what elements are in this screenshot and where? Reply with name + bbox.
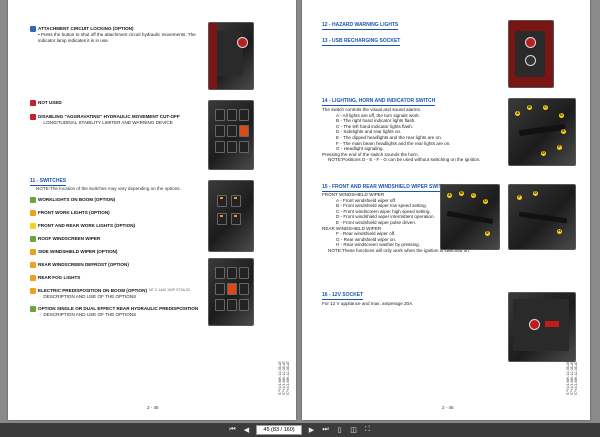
lighting-note: NOTE:Positions D - E - F - G can be used… bbox=[328, 157, 481, 163]
hazard-usb-photo bbox=[508, 20, 554, 88]
two-page-view-icon[interactable]: ◫ bbox=[349, 426, 358, 435]
page-number-input[interactable] bbox=[256, 425, 302, 435]
right-side-code: 57Y4/1-MH-12-08-AT 57Y4/1-MH-12-08-AT 57… bbox=[566, 360, 578, 395]
switch-item-front-worklights: FRONT WORK LIGHTS (OPTION) bbox=[30, 210, 210, 216]
side-wiper-icon bbox=[30, 249, 36, 255]
switch-item-front-rear-worklights: FRONT AND REAR WORK LIGHTS (OPTION) bbox=[30, 223, 210, 229]
last-page-icon[interactable]: ⏭ bbox=[321, 426, 330, 435]
rear-wiper-photo: F G H bbox=[508, 184, 576, 250]
lighting-section: The switch controls the visual and sound… bbox=[322, 107, 502, 163]
cutoff-switch-panel-photo bbox=[208, 100, 254, 170]
switch-item-rear-hydraulic: OPTION SINGLE OR DUAL EFFECT REAR HYDRAU… bbox=[30, 305, 210, 312]
not-used-section: NOT USED bbox=[30, 100, 210, 106]
switch-panel-photo-2 bbox=[208, 258, 254, 326]
right-page-number: 2 - 46 bbox=[442, 405, 454, 410]
not-used-title: NOT USED bbox=[38, 100, 62, 106]
disabling-cutoff-icon bbox=[30, 114, 36, 120]
lighting-list: A - All lights are off, the turn signals… bbox=[322, 113, 502, 152]
usb-heading: 13 - USB RECHARGING SOCKET bbox=[322, 38, 401, 46]
worklight-boom-icon bbox=[30, 197, 36, 203]
front-worklight-icon bbox=[30, 210, 36, 216]
right-page: 12 - HAZARD WARNING LIGHTS 13 - USB RECH… bbox=[302, 0, 590, 420]
socket-photo bbox=[508, 292, 576, 362]
hazard-heading: 12 - HAZARD WARNING LIGHTS bbox=[322, 22, 399, 30]
switch-item-roof-wiper: ROOF WINDSCREEN WIPER bbox=[30, 236, 210, 242]
attachment-button-photo bbox=[208, 22, 254, 90]
switches-heading: 11 - SWITCHES bbox=[30, 178, 67, 186]
wiper-heading: 15 - FRONT AND REAR WINDSHIELD WIPER SWI… bbox=[322, 184, 449, 192]
disabling-section: DISABLING "AGGRAVATING" HYDRAULIC MOVEME… bbox=[30, 114, 210, 126]
attachment-locking-title: ATTACHMENT CIRCUIT LOCKING (OPTION) bbox=[38, 26, 134, 32]
attachment-lock-icon bbox=[30, 26, 36, 32]
front-rear-worklight-icon bbox=[30, 223, 36, 229]
switch-panel-photo-1 bbox=[208, 180, 254, 252]
electric-predisposition-models: MT-X 1440 100P ST3A S2 bbox=[148, 288, 190, 293]
rear-defrost-icon bbox=[30, 262, 36, 268]
switch-list: WORKLIGHTS ON BOOM (OPTION) FRONT WORK L… bbox=[30, 197, 210, 317]
disabling-text: ☞ LONGITUDINAL STABILITY LIMITER AND WAR… bbox=[38, 120, 173, 125]
lighting-heading: 14 - LIGHTING, HORN AND INDICATOR SWITCH bbox=[322, 98, 436, 106]
switches-note: NOTE:The location of the switches may va… bbox=[36, 186, 181, 191]
rear-hydraulic-text: ☞ DESCRIPTION AND USE OF THE OPTIONS bbox=[38, 311, 137, 317]
switch-item-rear-defrost: REAR WINDSCREEN DEFROST (OPTION) bbox=[30, 262, 210, 268]
attachment-locking-text: • Press the button to shut off the attac… bbox=[38, 32, 196, 43]
switch-item-side-wiper: SIDE WINDSHIELD WIPER (OPTION) bbox=[30, 249, 210, 255]
previous-page-icon[interactable]: ◀ bbox=[242, 426, 251, 435]
front-wiper-photo: A B C D E bbox=[440, 184, 500, 250]
left-page-number: 2 - 45 bbox=[147, 405, 159, 410]
electric-predisposition-text: ☞ DESCRIPTION AND USE OF THE OPTIONS bbox=[38, 294, 137, 299]
pdf-viewer-toolbar: ⏮ ◀ ▶ ⏭ ▯ ◫ ⛶ bbox=[0, 423, 600, 437]
left-page: ATTACHMENT CIRCUIT LOCKING (OPTION) • Pr… bbox=[8, 0, 296, 420]
socket-text: For 12 V appliance and max. amperage 20A… bbox=[322, 301, 414, 306]
next-page-icon[interactable]: ▶ bbox=[307, 426, 316, 435]
electric-predisposition-icon bbox=[30, 288, 36, 294]
not-used-icon bbox=[30, 100, 36, 106]
roof-wiper-icon bbox=[30, 236, 36, 242]
fit-page-icon[interactable]: ⛶ bbox=[363, 426, 372, 435]
left-side-code: 57Y4/1-MH-12-08-AT 57Y4/1-MH-12-08-AT 57… bbox=[278, 360, 290, 395]
socket-heading: 16 - 12V SOCKET bbox=[322, 292, 364, 300]
first-page-icon[interactable]: ⏮ bbox=[228, 426, 237, 435]
rear-hydraulic-icon bbox=[30, 305, 36, 312]
disabling-title: DISABLING "AGGRAVATING" HYDRAULIC MOVEME… bbox=[38, 114, 180, 120]
attachment-locking-section: ATTACHMENT CIRCUIT LOCKING (OPTION) • Pr… bbox=[30, 26, 210, 43]
single-page-view-icon[interactable]: ▯ bbox=[335, 426, 344, 435]
switch-item-worklights-boom: WORKLIGHTS ON BOOM (OPTION) bbox=[30, 197, 210, 203]
rear-fog-icon bbox=[30, 275, 36, 281]
lighting-switch-photo: A B C D E F G bbox=[508, 98, 576, 166]
switch-item-rear-fog: REAR FOG LIGHTS bbox=[30, 275, 210, 281]
